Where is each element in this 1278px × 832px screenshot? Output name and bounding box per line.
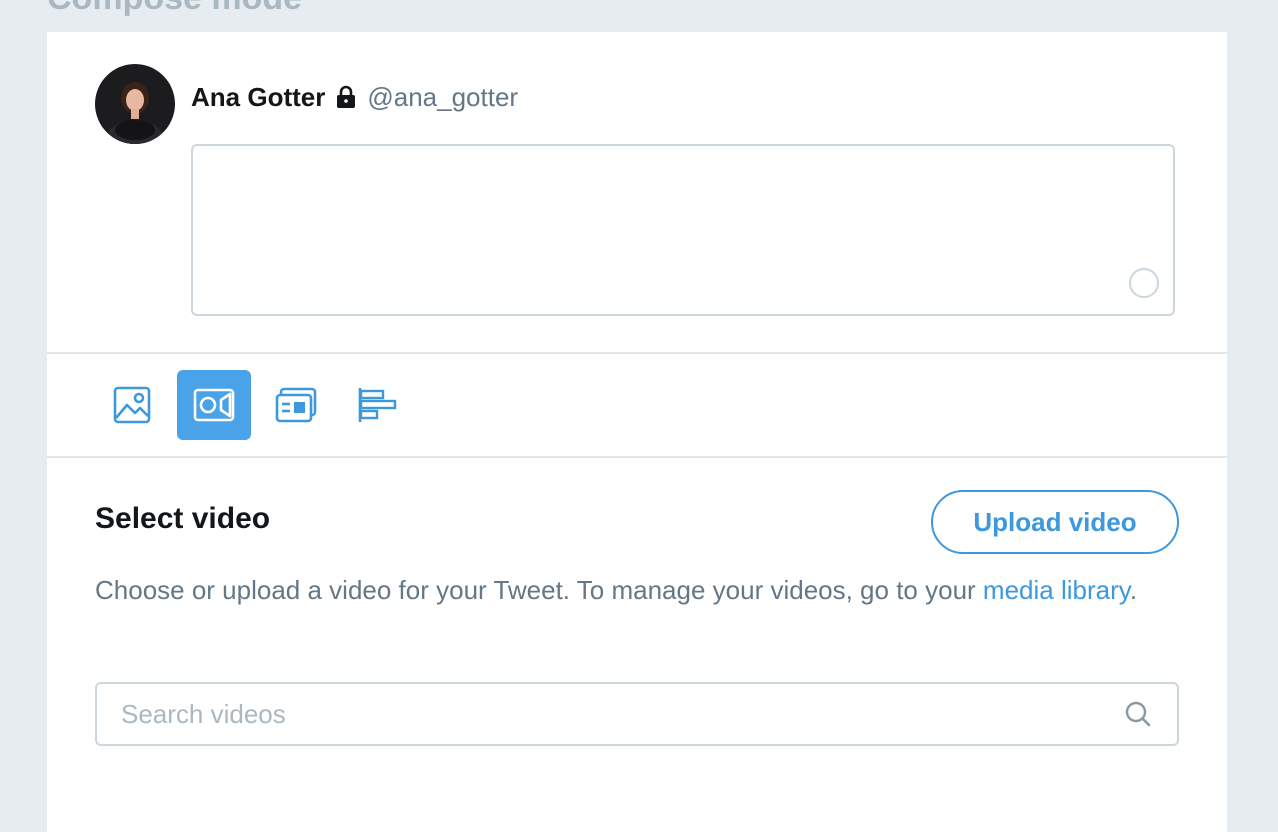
poll-icon <box>358 388 397 422</box>
video-icon <box>193 388 235 422</box>
poll-button[interactable] <box>341 370 415 440</box>
user-avatar <box>95 64 175 144</box>
divider <box>47 456 1227 458</box>
divider <box>47 352 1227 354</box>
description-text: Choose or upload a video for your Tweet.… <box>95 575 983 605</box>
card-icon <box>275 387 317 423</box>
user-info: Ana Gotter @ana_gotter <box>191 79 518 115</box>
compose-card: Ana Gotter @ana_gotter Select video Uplo… <box>47 32 1227 832</box>
lock-icon <box>334 85 358 109</box>
section-description: Choose or upload a video for your Tweet.… <box>95 570 1185 610</box>
card-button[interactable] <box>259 370 333 440</box>
image-button[interactable] <box>95 370 169 440</box>
search-icon[interactable] <box>1123 699 1153 729</box>
media-library-link[interactable]: media library <box>983 575 1130 605</box>
character-counter-icon <box>1129 268 1159 298</box>
search-videos-input[interactable] <box>97 697 1123 731</box>
upload-video-button[interactable]: Upload video <box>931 490 1179 554</box>
video-button[interactable] <box>177 370 251 440</box>
user-handle: @ana_gotter <box>367 81 519 112</box>
search-box[interactable] <box>95 682 1179 746</box>
page-heading: Compose mode <box>47 0 302 18</box>
image-icon <box>113 386 151 424</box>
tweet-textbox[interactable] <box>191 144 1175 316</box>
description-suffix: . <box>1129 575 1138 605</box>
section-title: Select video <box>95 502 271 535</box>
user-name: Ana Gotter <box>191 81 326 112</box>
